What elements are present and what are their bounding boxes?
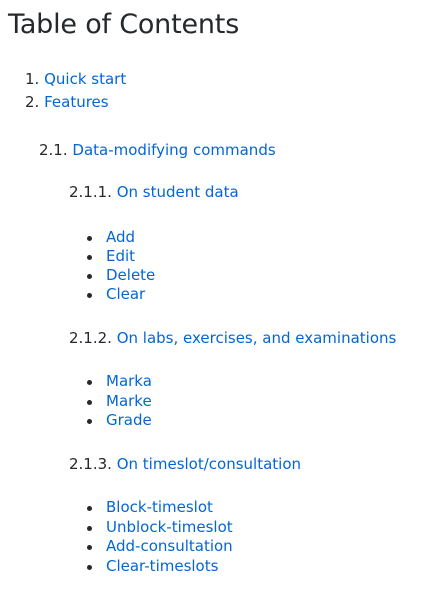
link-quick-start[interactable]: Quick start (44, 70, 126, 88)
link-clear[interactable]: Clear (106, 285, 145, 303)
list-item: Grade (106, 410, 152, 430)
bullet-icon (87, 526, 92, 531)
toc-item-quick-start: 1. Quick start (25, 69, 126, 89)
bullet-icon (87, 400, 92, 405)
bullet-icon (87, 255, 92, 260)
link-add-consultation[interactable]: Add-consultation (106, 537, 233, 555)
bullet-icon (87, 236, 92, 241)
list-item: Add (106, 227, 135, 247)
toc-item-timeslot: 2.1.3. On timeslot/consultation (69, 454, 301, 474)
toc-number: 2.1. (39, 141, 68, 159)
link-delete[interactable]: Delete (106, 266, 155, 284)
list-item: Marke (106, 391, 152, 411)
toc-item-features: 2. Features (25, 92, 109, 112)
toc-number: 2. (25, 93, 40, 111)
link-edit[interactable]: Edit (106, 247, 135, 265)
page-title: Table of Contents (8, 9, 240, 40)
link-grade[interactable]: Grade (106, 411, 152, 429)
list-item: Delete (106, 265, 155, 285)
link-data-modifying-commands[interactable]: Data-modifying commands (72, 141, 275, 159)
bullet-icon (87, 419, 92, 424)
link-unblock-timeslot[interactable]: Unblock-timeslot (106, 518, 233, 536)
toc-item-student-data: 2.1.1. On student data (69, 182, 239, 202)
toc-number: 2.1.2. (69, 329, 112, 347)
toc-item-labs: 2.1.2. On labs, exercises, and examinati… (69, 328, 396, 348)
list-item: Edit (106, 246, 135, 266)
bullet-icon (87, 274, 92, 279)
link-on-timeslot-consultation[interactable]: On timeslot/consultation (117, 455, 301, 473)
link-add[interactable]: Add (106, 228, 135, 246)
list-item: Marka (106, 371, 152, 391)
list-item: Block-timeslot (106, 497, 213, 517)
bullet-icon (87, 545, 92, 550)
toc-item-data-modifying: 2.1. Data-modifying commands (39, 140, 276, 160)
bullet-icon (87, 293, 92, 298)
bullet-icon (87, 380, 92, 385)
bullet-icon (87, 565, 92, 570)
link-on-student-data[interactable]: On student data (117, 183, 239, 201)
list-item: Add-consultation (106, 536, 233, 556)
list-item: Unblock-timeslot (106, 517, 233, 537)
list-item: Clear (106, 284, 145, 304)
link-on-labs-exercises-examinations[interactable]: On labs, exercises, and examinations (117, 329, 397, 347)
toc-number: 2.1.1. (69, 183, 112, 201)
bullet-icon (87, 506, 92, 511)
list-item: Clear-timeslots (106, 556, 218, 576)
toc-number: 2.1.3. (69, 455, 112, 473)
toc-number: 1. (25, 70, 40, 88)
link-marka[interactable]: Marka (106, 372, 152, 390)
link-clear-timeslots[interactable]: Clear-timeslots (106, 557, 218, 575)
link-features[interactable]: Features (44, 93, 109, 111)
link-block-timeslot[interactable]: Block-timeslot (106, 498, 213, 516)
link-marke[interactable]: Marke (106, 392, 152, 410)
